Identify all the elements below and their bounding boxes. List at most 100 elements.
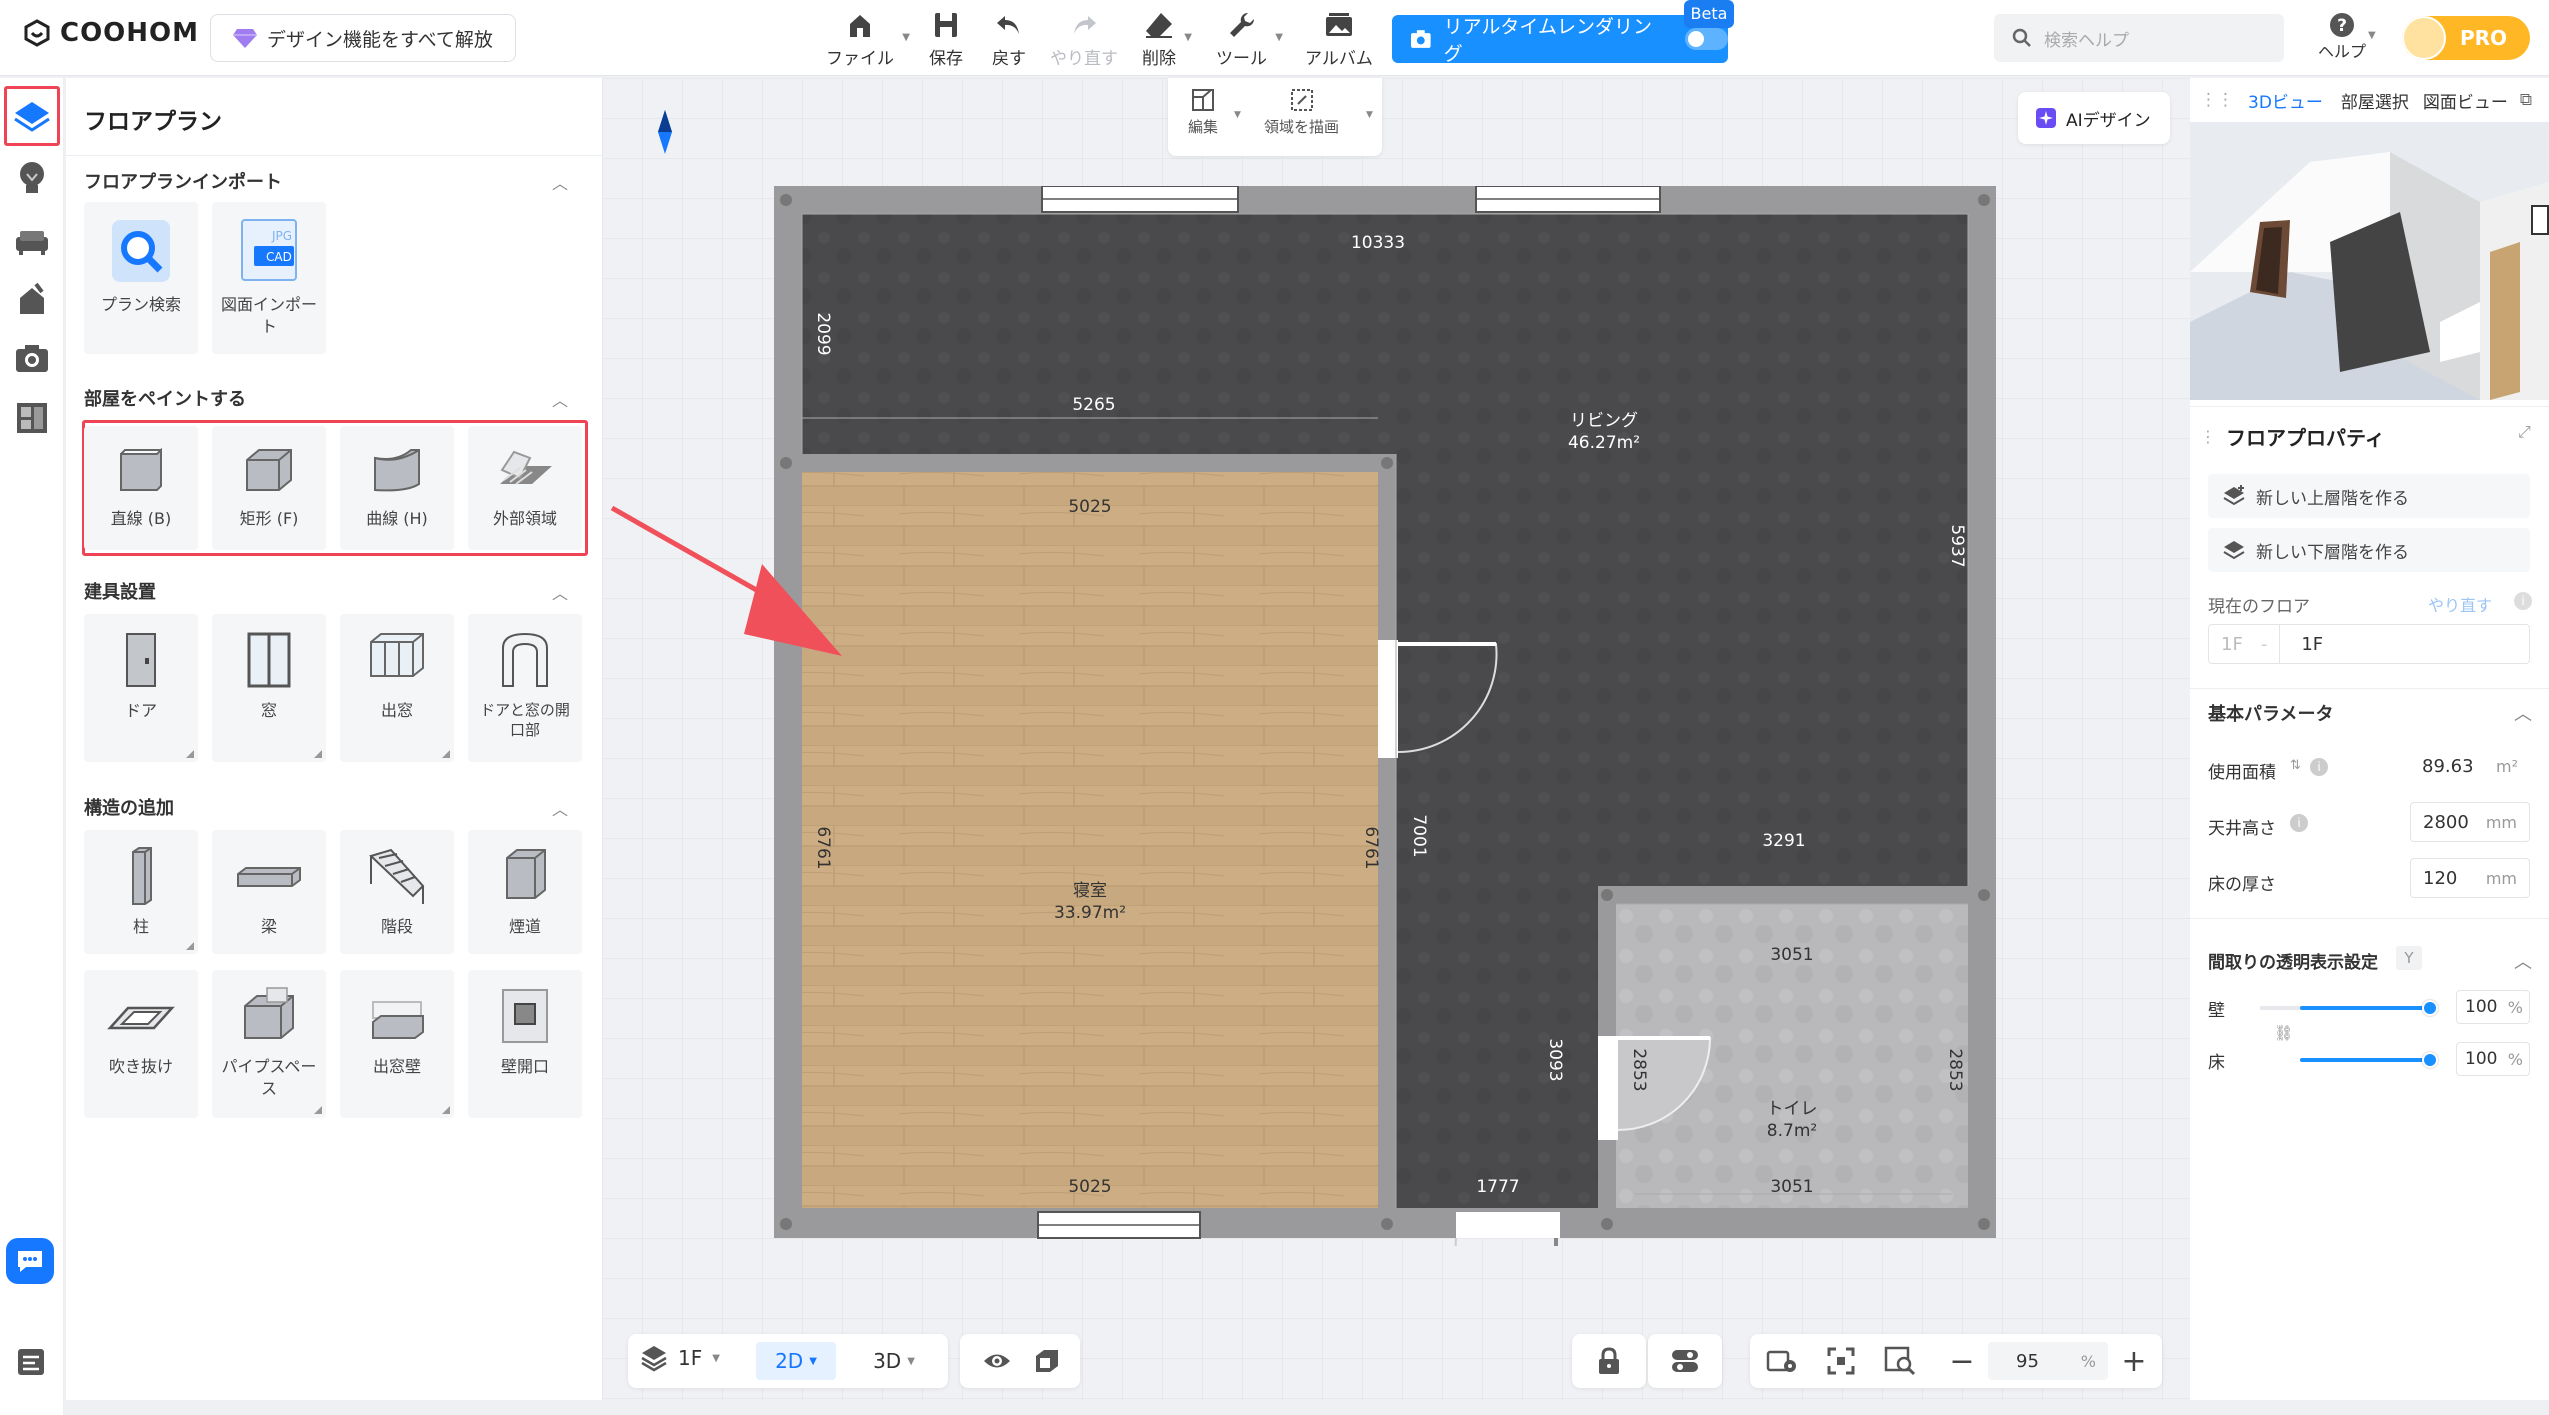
floor-selector[interactable]: 1F ▼ bbox=[640, 1344, 720, 1372]
templates-button[interactable] bbox=[10, 396, 54, 440]
atrium-card[interactable]: 吹き抜け bbox=[84, 970, 198, 1118]
room-area-toilet: 8.7m² bbox=[1767, 1121, 1817, 1141]
render-camera-button[interactable] bbox=[10, 336, 54, 380]
new-lower-floor-button[interactable]: 新しい下層階を作る bbox=[2208, 528, 2530, 572]
floor-opacity-input[interactable]: 100 % bbox=[2456, 1042, 2530, 1076]
mode-2d-button[interactable]: 2D ▼ bbox=[756, 1342, 836, 1380]
column-card[interactable]: 柱 bbox=[84, 830, 198, 954]
link-icon[interactable]: ⛓ bbox=[2274, 1024, 2293, 1042]
floor-opacity-slider[interactable] bbox=[2300, 1058, 2430, 1062]
pipe-space-card[interactable]: パイプスペース bbox=[212, 970, 326, 1118]
file-menu-button[interactable]: ファイル ▼ bbox=[826, 10, 910, 69]
drawing-import-card[interactable]: JPG CAD 図面インポート bbox=[212, 202, 326, 354]
wall-opacity-value: 100 bbox=[2465, 997, 2498, 1017]
chevron-down-icon: ▼ bbox=[809, 1355, 817, 1367]
zoom-input[interactable]: 95 % bbox=[1988, 1342, 2108, 1380]
realtime-switch[interactable] bbox=[1684, 28, 1728, 50]
redo-floor-link[interactable]: やり直す bbox=[2428, 592, 2492, 616]
new-upper-floor-button[interactable]: 新しい上層階を作る bbox=[2208, 474, 2530, 518]
tab-drawing-view[interactable]: 図面ビュー bbox=[2423, 88, 2508, 113]
search-help-input[interactable]: 検索ヘルプ bbox=[1994, 14, 2284, 62]
opening-card[interactable]: ドアと窓の開口部 bbox=[468, 614, 582, 762]
eye-icon[interactable] bbox=[982, 1348, 1012, 1374]
zoom-area-icon[interactable] bbox=[1884, 1346, 1916, 1376]
current-floor-field[interactable]: 1F - 1F bbox=[2208, 624, 2530, 664]
camera-settings-icon[interactable] bbox=[1766, 1346, 1798, 1376]
floorplan-canvas[interactable]: 編集 ▼ 領域を描画 ▼ AIデザイン 10333 2099 5265 5937… bbox=[602, 78, 2190, 1400]
draw-region-button[interactable]: 領域を描画 bbox=[1264, 88, 1339, 137]
tab-3d-view[interactable]: 3Dビュー bbox=[2248, 88, 2323, 113]
unlock-design-button[interactable]: デザイン機能をすべて解放 bbox=[210, 14, 516, 62]
drag-handle-icon[interactable]: ⋮ bbox=[2200, 427, 2216, 446]
wall-opacity-slider[interactable] bbox=[2300, 1006, 2430, 1010]
fit-screen-icon[interactable] bbox=[1826, 1346, 1856, 1376]
wall-opacity-knob[interactable] bbox=[2422, 1000, 2438, 1016]
save-button[interactable]: 保存 bbox=[929, 10, 963, 69]
info-icon[interactable]: i bbox=[2290, 814, 2308, 832]
tools-menu-button[interactable]: ツール ▼ bbox=[1216, 10, 1283, 69]
realtime-rendering-toggle[interactable]: リアルタイムレンダリング bbox=[1392, 15, 1728, 65]
info-icon[interactable]: i bbox=[2514, 592, 2532, 610]
ceiling-height-input[interactable]: 2800 mm bbox=[2410, 802, 2530, 842]
flue-card[interactable]: 煙道 bbox=[468, 830, 582, 954]
wall-opacity-unit: % bbox=[2507, 997, 2523, 1017]
line-draw-card[interactable]: 直線 (B) bbox=[84, 426, 198, 550]
wall-opacity-input[interactable]: 100 % bbox=[2456, 990, 2530, 1024]
door-card[interactable]: ドア bbox=[84, 614, 198, 762]
toggle-settings-icon[interactable] bbox=[1670, 1348, 1700, 1374]
settings-panel-button[interactable] bbox=[10, 1340, 54, 1384]
floorplan-drawing[interactable]: 10333 2099 5265 5937 5025 5025 6761 6761… bbox=[774, 186, 2004, 1246]
expand-icon[interactable]: ⤢ bbox=[2518, 422, 2531, 442]
furniture-catalog-button[interactable] bbox=[10, 220, 54, 264]
rectangle-draw-card[interactable]: 矩形 (F) bbox=[212, 426, 326, 550]
drag-handle-icon[interactable]: ⋮⋮ bbox=[2200, 90, 2234, 110]
popout-icon[interactable]: ⧉ bbox=[2520, 90, 2532, 110]
bedroom-floor[interactable] bbox=[802, 472, 1378, 1208]
edit-button[interactable]: 編集 bbox=[1188, 88, 1218, 137]
settings-toggle-bar bbox=[1648, 1334, 1722, 1388]
curve-draw-card[interactable]: 曲線 (H) bbox=[340, 426, 454, 550]
beam-card[interactable]: 梁 bbox=[212, 830, 326, 954]
transparency-badge[interactable]: Y bbox=[2396, 946, 2422, 970]
chat-support-button[interactable] bbox=[6, 1238, 54, 1284]
ai-design-button[interactable]: AIデザイン bbox=[2018, 92, 2170, 144]
sort-icon[interactable]: ⇅ bbox=[2290, 758, 2301, 773]
cube-view-icon[interactable] bbox=[1032, 1346, 1062, 1376]
toilet-door-opening[interactable] bbox=[1598, 1036, 1618, 1140]
delete-menu-button[interactable]: 削除 ▼ bbox=[1142, 10, 1192, 69]
bay-window-card[interactable]: 出窓 bbox=[340, 614, 454, 762]
chevron-up-icon[interactable]: ︿ bbox=[2514, 948, 2532, 974]
floor-thickness-input[interactable]: 120 mm bbox=[2410, 858, 2530, 898]
3d-preview[interactable] bbox=[2190, 122, 2549, 400]
wall-opening-card[interactable]: 壁開口 bbox=[468, 970, 582, 1118]
brand-logo[interactable]: COOHOM bbox=[22, 18, 199, 48]
chevron-up-icon[interactable]: ︿ bbox=[2514, 700, 2532, 726]
materials-button[interactable] bbox=[10, 278, 54, 322]
chevron-up-icon[interactable]: ︿ bbox=[552, 170, 568, 194]
design-ideas-button[interactable] bbox=[10, 156, 54, 200]
chevron-up-icon[interactable]: ︿ bbox=[552, 387, 568, 411]
zoom-in-button[interactable]: + bbox=[2114, 1342, 2154, 1380]
tab-room-select[interactable]: 部屋選択 bbox=[2341, 88, 2409, 113]
plan-search-card[interactable]: プラン検索 bbox=[84, 202, 198, 354]
zoom-out-button[interactable]: − bbox=[1942, 1342, 1982, 1380]
chevron-up-icon[interactable]: ︿ bbox=[552, 796, 568, 820]
window-card[interactable]: 窓 bbox=[212, 614, 326, 762]
bay-window-wall-card[interactable]: 出窓壁 bbox=[340, 970, 454, 1118]
help-button[interactable]: ? ヘルプ bbox=[2318, 12, 2366, 62]
mode-3d-button[interactable]: 3D ▼ bbox=[854, 1342, 934, 1380]
stairs-card[interactable]: 階段 bbox=[340, 830, 454, 954]
floorplan-mode-button[interactable] bbox=[4, 86, 60, 146]
exterior-area-card[interactable]: 外部領域 bbox=[468, 426, 582, 550]
chevron-up-icon[interactable]: ︿ bbox=[552, 580, 568, 604]
redo-button[interactable]: やり直す bbox=[1050, 10, 1118, 69]
album-button[interactable]: アルバム bbox=[1305, 10, 1373, 69]
entrance-door-opening[interactable] bbox=[1456, 1212, 1560, 1238]
floor-opacity-knob[interactable] bbox=[2422, 1052, 2438, 1068]
bedroom-door-opening[interactable] bbox=[1378, 640, 1398, 758]
info-icon[interactable]: i bbox=[2310, 758, 2328, 776]
undo-button[interactable]: 戻す bbox=[992, 10, 1026, 69]
lock-icon[interactable] bbox=[1596, 1346, 1622, 1376]
usable-area-label: 使用面積 bbox=[2208, 763, 2276, 783]
account-pro-button[interactable]: PRO bbox=[2402, 16, 2530, 60]
